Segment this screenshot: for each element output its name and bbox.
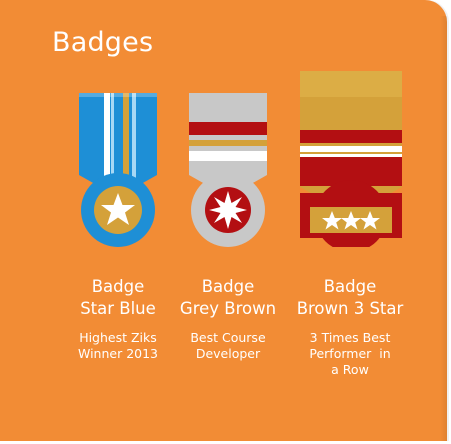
badge-desc-line2: Developer: [195, 346, 261, 361]
badge-name-line1: Badge: [323, 277, 377, 296]
panel-edge-shadow: [440, 16, 447, 441]
grey-brown-medal-icon[interactable]: [189, 93, 267, 248]
badge-brown-3-star-title: Badge Brown 3 Star: [270, 276, 430, 320]
badges-panel: Badges Badge Star Blue Highest Ziks Winn…: [0, 0, 447, 441]
badge-desc-line1: 3 Times Best: [309, 330, 391, 345]
badge-desc-line2: Performer in: [309, 346, 391, 361]
badge-name-line2: Brown 3 Star: [296, 299, 404, 318]
star-blue-medal-icon[interactable]: [79, 93, 157, 248]
badge-grey-brown-description: Best Course Developer: [158, 330, 298, 362]
panel-title: Badges: [52, 27, 154, 58]
brown-three-star-medal-icon[interactable]: [300, 71, 402, 247]
badge-brown-3-star-description: 3 Times Best Performer in a Row: [280, 330, 420, 378]
badge-desc-line1: Best Course: [190, 330, 266, 345]
badge-desc-line3: a Row: [331, 362, 369, 377]
